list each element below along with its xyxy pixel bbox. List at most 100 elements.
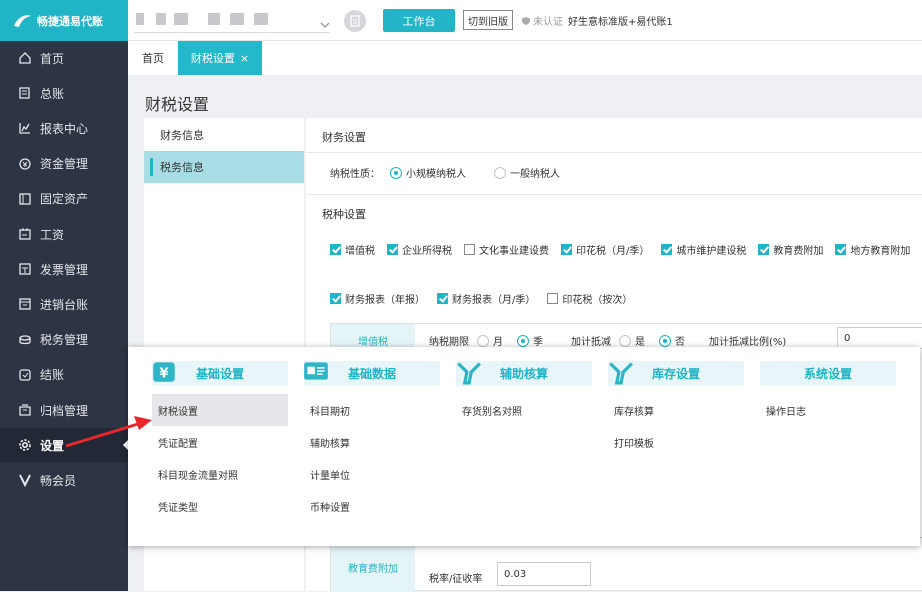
checkbox-indicator: [330, 244, 341, 255]
checkbox-indicator: [758, 244, 770, 255]
tax-checkbox[interactable]: 地方教育附加: [835, 242, 910, 257]
tab-tax-settings[interactable]: 财税设置 ×: [178, 41, 262, 75]
sidebar-item-asset[interactable]: 固定资产: [0, 182, 128, 216]
vat-settings-row: 纳税期限 月 季 加计抵减 是 否 加计抵减比例(%): [429, 333, 786, 348]
sidebar-item-tax[interactable]: 税务管理: [0, 323, 128, 357]
flyout-column-title: 辅助核算: [499, 367, 548, 381]
company-selector[interactable]: [134, 9, 330, 33]
ratio-input[interactable]: 0: [837, 327, 922, 349]
tax-checkbox[interactable]: 企业所得税: [387, 242, 452, 257]
flyout-item[interactable]: 币种设置: [304, 490, 440, 522]
radio-general[interactable]: 一般纳税人: [494, 165, 560, 180]
sidebar-item-invoice[interactable]: 发票管理: [0, 252, 128, 286]
radio-label: 否: [675, 337, 685, 348]
sidebar: 畅捷通易代账 首页总账报表中心资金管理 固定资产 工资 发票管理 进销台账税务管理结账归…: [0, 0, 128, 591]
sidebar-item-label: 税务管理: [40, 333, 89, 348]
radio-period-quarter[interactable]: 季: [517, 333, 543, 348]
submenu-item-tax-info[interactable]: 税务信息: [144, 151, 304, 183]
flyout-item[interactable]: 辅助核算: [304, 426, 440, 458]
logo-text: 畅捷通易代账: [37, 14, 103, 28]
radio-deduct-yes[interactable]: 是: [619, 333, 645, 348]
flyout-item[interactable]: 科目现金流量对照: [152, 458, 288, 490]
checkbox-indicator: [561, 244, 572, 255]
checkbox-label: 城市维护建设税: [676, 246, 747, 257]
checkbox-indicator: [464, 244, 475, 255]
checkbox-label: 印花税（按次）: [562, 295, 633, 306]
radio-indicator: [494, 166, 506, 179]
sidebar-item-archive[interactable]: 归档管理: [0, 393, 128, 427]
tax-checkbox[interactable]: 城市维护建设税: [661, 242, 746, 257]
workbench-button[interactable]: 工作台: [383, 9, 455, 32]
tax-checkbox[interactable]: 印花税（月/季）: [561, 242, 649, 257]
switch-old-version-button[interactable]: 切到旧版: [463, 10, 513, 30]
checkbox-label: 地方教育附加: [850, 246, 911, 257]
ledger-icon: [18, 86, 32, 100]
flyout-column: 库存设置 库存核算 打印模板: [608, 361, 744, 458]
close-icon[interactable]: ×: [240, 52, 249, 65]
flyout-item[interactable]: 计量单位: [304, 458, 440, 490]
wrench-icon: [457, 362, 481, 385]
certification-status: 未认证 好生意标准版+易代账1: [521, 13, 673, 28]
chevron-down-icon[interactable]: [320, 21, 330, 29]
deduct-label: 加计抵减: [571, 337, 611, 348]
edu-rate-input[interactable]: 0.03: [497, 562, 591, 586]
tax-checkbox[interactable]: 印花税（按次）: [547, 291, 632, 306]
checkbox-indicator: [437, 293, 448, 304]
tax-checkbox[interactable]: 增值税: [330, 242, 375, 257]
radio-deduct-no[interactable]: 否: [659, 333, 685, 348]
edu-rate-label: 税率/征收率: [429, 574, 483, 585]
section-title-tax-types: 税种设置: [322, 208, 366, 221]
flyout-item[interactable]: 凭证类型: [152, 490, 288, 522]
sidebar-item-gear[interactable]: 设置: [0, 428, 128, 463]
tax-checkbox[interactable]: 财务报表（月/季）: [437, 291, 535, 306]
data-card-icon: [304, 362, 328, 380]
calendar-icon: [18, 227, 32, 241]
flyout-item[interactable]: 操作日志: [760, 394, 896, 426]
checkbox-label: 财务报表（月/季）: [452, 295, 536, 306]
checkbox-indicator: [547, 293, 559, 304]
page-title: 财税设置: [145, 95, 210, 114]
sidebar-item-calendar[interactable]: 工资: [0, 217, 128, 251]
taxpayer-row: 纳税性质： 小规模纳税人 一般纳税人: [330, 165, 574, 180]
flyout-item[interactable]: 存货别名对照: [456, 394, 592, 426]
sidebar-item-ledger[interactable]: 总账: [0, 76, 128, 110]
radio-period-month[interactable]: 月: [477, 333, 503, 348]
flyout-column: 系统设置 操作日志: [760, 361, 896, 426]
sidebar-item-money[interactable]: 资金管理: [0, 147, 128, 181]
checkbox-indicator: [661, 244, 673, 255]
radio-label: 是: [635, 337, 645, 348]
vip-icon: [18, 473, 32, 488]
radio-small-scale[interactable]: 小规模纳税人: [390, 165, 466, 180]
flyout-item[interactable]: 财税设置: [152, 394, 288, 426]
app-logo[interactable]: 畅捷通易代账: [0, 0, 128, 41]
inventory-icon: [18, 297, 32, 311]
checkbox-label: 财务报表（年报）: [345, 295, 425, 306]
sidebar-item-label: 归档管理: [40, 403, 89, 418]
flyout-item[interactable]: 科目期初: [304, 394, 440, 426]
tax-checkbox[interactable]: 财务报表（年报）: [330, 291, 425, 306]
flyout-item[interactable]: 打印模板: [608, 426, 744, 458]
tax-checkbox[interactable]: 文化事业建设费: [464, 242, 549, 257]
sidebar-item-chart[interactable]: 报表中心: [0, 111, 128, 145]
checkbox-label: 文化事业建设费: [479, 246, 549, 257]
sidebar-item-inventory[interactable]: 进销台账: [0, 287, 128, 321]
radio-label: 一般纳税人: [510, 169, 560, 180]
top-bar: 工作台 切到旧版 未认证 好生意标准版+易代账1: [128, 0, 922, 41]
sidebar-item-home[interactable]: 首页: [0, 41, 128, 75]
radio-label: 季: [533, 337, 543, 348]
sidebar-item-label: 报表中心: [40, 121, 89, 136]
sidebar-item-checkout[interactable]: 结账: [0, 358, 128, 392]
tax-checkbox[interactable]: 教育费附加: [758, 242, 823, 257]
checkbox-label: 教育费附加: [773, 246, 824, 257]
home-icon: [18, 51, 32, 65]
sidebar-item-label: 总账: [40, 86, 65, 101]
notepad-icon[interactable]: [344, 10, 366, 32]
flyout-item[interactable]: 库存核算: [608, 394, 744, 426]
edu-fee-label: 教育费附加: [331, 542, 415, 592]
flyout-column-title: 基础设置: [195, 367, 244, 381]
sidebar-item-vip[interactable]: 畅会员: [0, 463, 128, 497]
submenu-item-finance-info[interactable]: 财务信息: [144, 119, 304, 151]
flyout-item[interactable]: 凭证配置: [152, 426, 288, 458]
sidebar-item-label: 结账: [40, 368, 65, 383]
tab-home[interactable]: 首页: [128, 41, 178, 75]
